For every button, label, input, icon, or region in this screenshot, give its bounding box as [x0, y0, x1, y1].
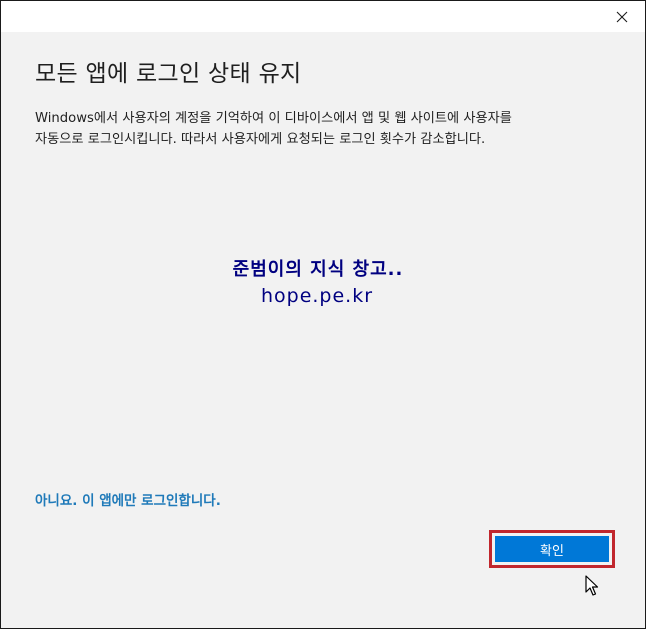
- this-app-only-link[interactable]: 아니요. 이 앱에만 로그인합니다.: [35, 489, 221, 509]
- watermark-line-2: hope.pe.kr: [260, 285, 374, 307]
- mouse-pointer-icon: [585, 575, 599, 596]
- close-icon: [616, 11, 628, 22]
- ok-button[interactable]: 확인: [495, 536, 609, 562]
- watermark-line-1: 준범이의 지식 창고..: [232, 259, 404, 280]
- description-line-2: 자동으로 로그인시킵니다. 따라서 사용자에게 요청되는 로그인 횟수가 감소합…: [35, 132, 486, 147]
- title-bar: [1, 1, 645, 32]
- dialog-title: 모든 앱에 로그인 상태 유지: [35, 61, 302, 87]
- description-line-1: Windows에서 사용자의 계정을 기억하여 이 디바이스에서 앱 및 웹 사…: [35, 111, 512, 126]
- close-button[interactable]: [599, 1, 645, 32]
- dialog-description: Windows에서 사용자의 계정을 기억하여 이 디바이스에서 앱 및 웹 사…: [35, 108, 615, 150]
- dialog-window: 모든 앱에 로그인 상태 유지 Windows에서 사용자의 계정을 기억하여 …: [0, 0, 646, 629]
- watermark: 준범이의 지식 창고.. hope.pe.kr: [1, 255, 645, 307]
- ok-button-highlight: 확인: [489, 530, 615, 568]
